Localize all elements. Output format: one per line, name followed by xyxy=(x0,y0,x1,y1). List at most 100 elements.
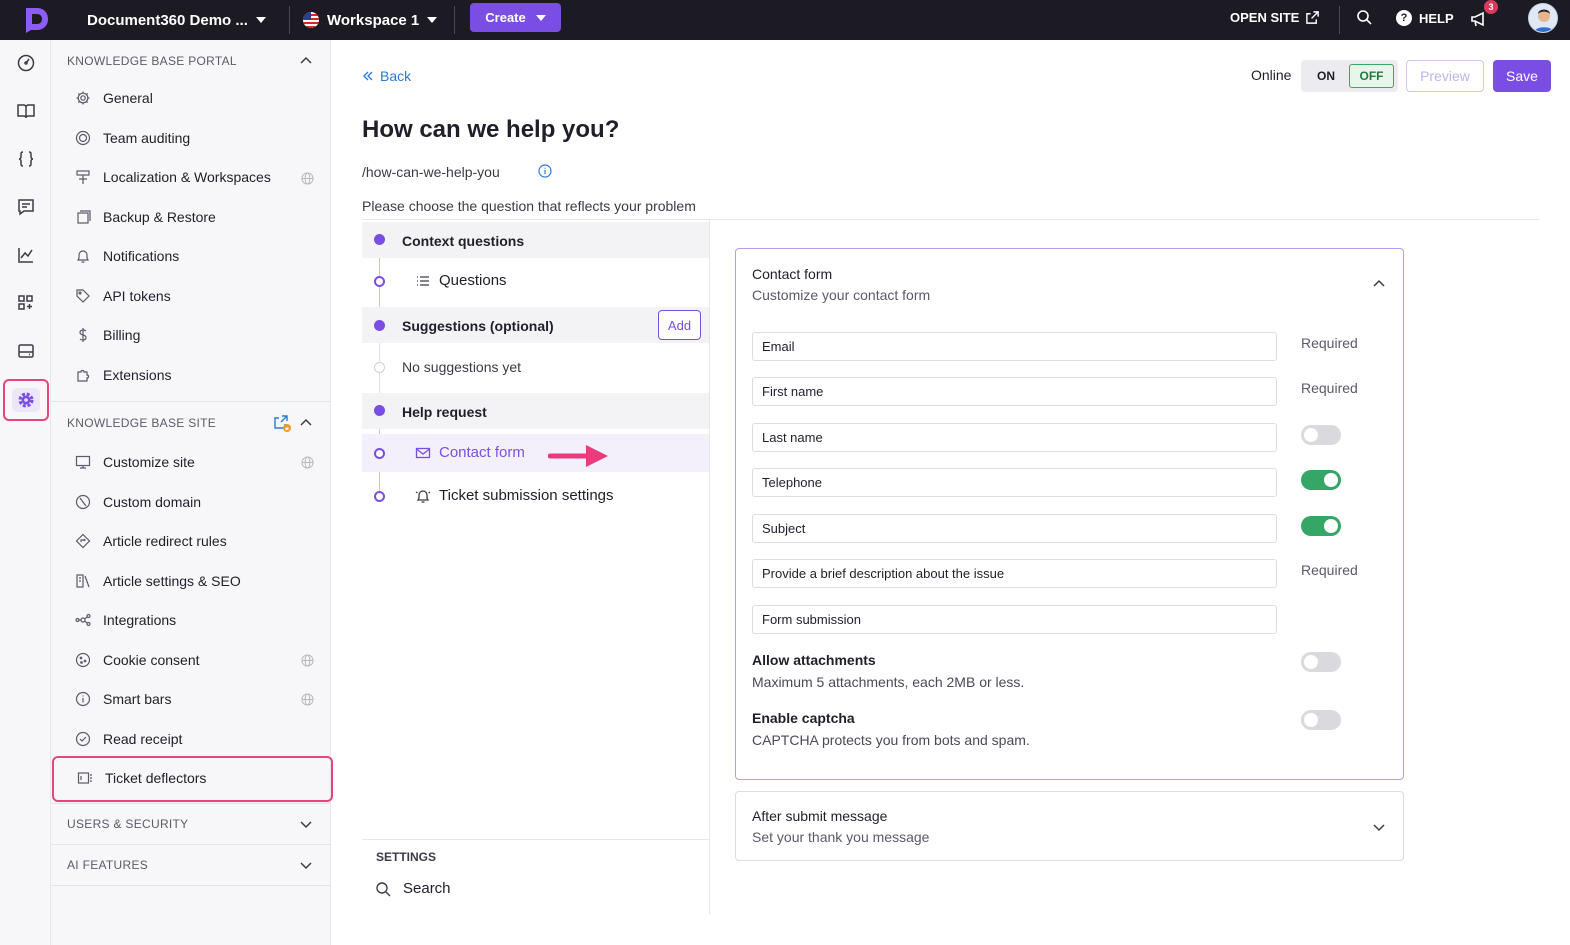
sidebar-item-team-auditing[interactable]: Team auditing xyxy=(75,130,190,146)
sidebar-item-read-receipt[interactable]: Read receipt xyxy=(75,731,182,747)
captcha-title: Enable captcha xyxy=(752,710,855,726)
chevron-down-icon[interactable] xyxy=(299,858,313,872)
settings-header: SETTINGS xyxy=(376,850,437,864)
apps-icon[interactable] xyxy=(16,293,36,313)
workspace-selector[interactable]: Workspace 1 xyxy=(303,0,438,40)
allow-attachments-description: Maximum 5 attachments, each 2MB or less. xyxy=(752,674,1025,690)
chevron-down-icon[interactable] xyxy=(299,817,313,831)
step-help-request[interactable]: Help request xyxy=(362,393,709,429)
project-selector[interactable]: Document360 Demo ... xyxy=(87,0,266,40)
sidebar-item-article-seo[interactable]: Article settings & SEO xyxy=(75,573,241,589)
sidebar-item-label: Backup & Restore xyxy=(103,209,216,225)
online-toggle[interactable]: ON OFF xyxy=(1301,60,1398,92)
add-suggestion-button[interactable]: Add xyxy=(658,310,701,340)
pointer-arrow-icon xyxy=(548,445,608,467)
after-submit-panel[interactable]: After submit message Set your thank you … xyxy=(735,791,1404,861)
sidebar-item-notifications[interactable]: Notifications xyxy=(75,248,179,264)
description-field[interactable]: Provide a brief description about the is… xyxy=(752,559,1277,588)
step-label: Suggestions (optional) xyxy=(402,318,554,334)
book-icon[interactable] xyxy=(16,101,36,121)
code-braces-icon[interactable] xyxy=(16,149,36,169)
sidebar-item-label: Cookie consent xyxy=(103,652,200,668)
sidebar-item-label: Extensions xyxy=(103,367,172,383)
analytics-icon[interactable] xyxy=(16,245,36,265)
back-link[interactable]: Back xyxy=(362,68,411,84)
ai-features-section-header[interactable]: AI FEATURES xyxy=(67,858,148,872)
monitor-icon xyxy=(75,455,91,469)
panel-title: After submit message xyxy=(752,808,888,824)
form-submission-field[interactable]: Form submission xyxy=(752,605,1277,634)
users-security-section-header[interactable]: USERS & SECURITY xyxy=(67,817,189,831)
sidebar-item-integrations[interactable]: Integrations xyxy=(75,612,176,628)
sidebar-item-customize-site[interactable]: Customize site xyxy=(75,454,195,470)
chevron-up-icon[interactable] xyxy=(1372,277,1386,291)
sidebar-item-extensions[interactable]: Extensions xyxy=(75,367,171,383)
redirect-icon xyxy=(75,533,91,549)
step-context-questions[interactable]: Context questions xyxy=(362,222,709,258)
chat-icon[interactable] xyxy=(16,197,36,217)
bell-icon xyxy=(77,250,89,263)
subject-field[interactable]: Subject xyxy=(752,514,1277,543)
backup-icon xyxy=(77,210,91,224)
captcha-toggle[interactable] xyxy=(1301,710,1341,730)
open-site-label: OPEN SITE xyxy=(1230,9,1300,25)
settings-sidebar: KNOWLEDGE BASE PORTAL General Team audit… xyxy=(51,40,333,945)
double-chevron-left-icon xyxy=(363,71,373,81)
search-setting[interactable]: Search xyxy=(375,880,451,897)
site-section-header[interactable]: KNOWLEDGE BASE SITE xyxy=(67,416,216,430)
save-button[interactable]: Save xyxy=(1493,60,1551,92)
seo-icon xyxy=(76,574,90,588)
external-lock-icon[interactable] xyxy=(273,414,291,432)
sidebar-item-custom-domain[interactable]: Custom domain xyxy=(75,494,201,510)
create-button[interactable]: Create xyxy=(470,3,561,32)
help-button[interactable]: ? HELP xyxy=(1396,0,1454,36)
last-name-field[interactable]: Last name xyxy=(752,423,1277,452)
avatar[interactable] xyxy=(1528,3,1558,33)
no-suggestions-text: No suggestions yet xyxy=(402,359,522,375)
sidebar-item-label: Notifications xyxy=(103,248,180,264)
sidebar-item-cookie-consent[interactable]: Cookie consent xyxy=(75,652,200,668)
panel-title: Contact form xyxy=(752,266,833,282)
telephone-toggle[interactable] xyxy=(1301,470,1341,490)
chevron-up-icon[interactable] xyxy=(299,54,313,68)
step-suggestions[interactable]: Suggestions (optional) xyxy=(362,307,709,343)
logo-icon[interactable] xyxy=(22,5,50,33)
step-ticket-settings[interactable]: Ticket submission settings xyxy=(415,487,614,504)
step-contact-form[interactable]: Contact form xyxy=(415,444,525,461)
divider xyxy=(51,803,331,804)
sidebar-item-localization[interactable]: Localization & Workspaces xyxy=(75,169,271,185)
search-icon[interactable] xyxy=(1356,9,1372,25)
sidebar-item-api-tokens[interactable]: API tokens xyxy=(75,288,171,304)
email-field[interactable]: Email xyxy=(752,332,1277,361)
chevron-down-icon[interactable] xyxy=(1372,820,1386,834)
open-site-link[interactable]: OPEN SITE xyxy=(1230,0,1320,34)
portal-section-header[interactable]: KNOWLEDGE BASE PORTAL xyxy=(67,54,237,68)
step-dot xyxy=(374,448,385,459)
off-option[interactable]: OFF xyxy=(1349,64,1394,88)
sidebar-item-billing[interactable]: Billing xyxy=(75,327,140,343)
telephone-field[interactable]: Telephone xyxy=(752,468,1277,497)
chevron-up-icon[interactable] xyxy=(299,416,313,430)
last-name-toggle[interactable] xyxy=(1301,425,1341,445)
dashboard-icon[interactable] xyxy=(16,53,36,73)
subject-toggle[interactable] xyxy=(1301,516,1341,536)
page-title: How can we help you? xyxy=(362,116,620,143)
sidebar-item-general[interactable]: General xyxy=(75,90,153,106)
sidebar-item-smart-bars[interactable]: Smart bars xyxy=(75,691,171,707)
allow-attachments-toggle[interactable] xyxy=(1301,652,1341,672)
step-questions[interactable]: Questions xyxy=(415,272,507,289)
column-divider xyxy=(709,219,710,914)
search-icon xyxy=(376,881,391,896)
megaphone-icon[interactable] xyxy=(1470,10,1488,28)
dollar-icon xyxy=(79,328,87,342)
first-name-field[interactable]: First name xyxy=(752,377,1277,406)
sidebar-item-backup-restore[interactable]: Backup & Restore xyxy=(75,209,216,225)
step-label: Context questions xyxy=(402,233,525,249)
preview-button[interactable]: Preview xyxy=(1406,60,1484,92)
info-icon[interactable] xyxy=(538,164,552,178)
drive-icon[interactable] xyxy=(16,341,36,361)
on-option[interactable]: ON xyxy=(1305,64,1347,88)
sidebar-item-redirect-rules[interactable]: Article redirect rules xyxy=(75,533,227,549)
required-label: Required xyxy=(1301,380,1358,396)
divider xyxy=(51,885,331,886)
